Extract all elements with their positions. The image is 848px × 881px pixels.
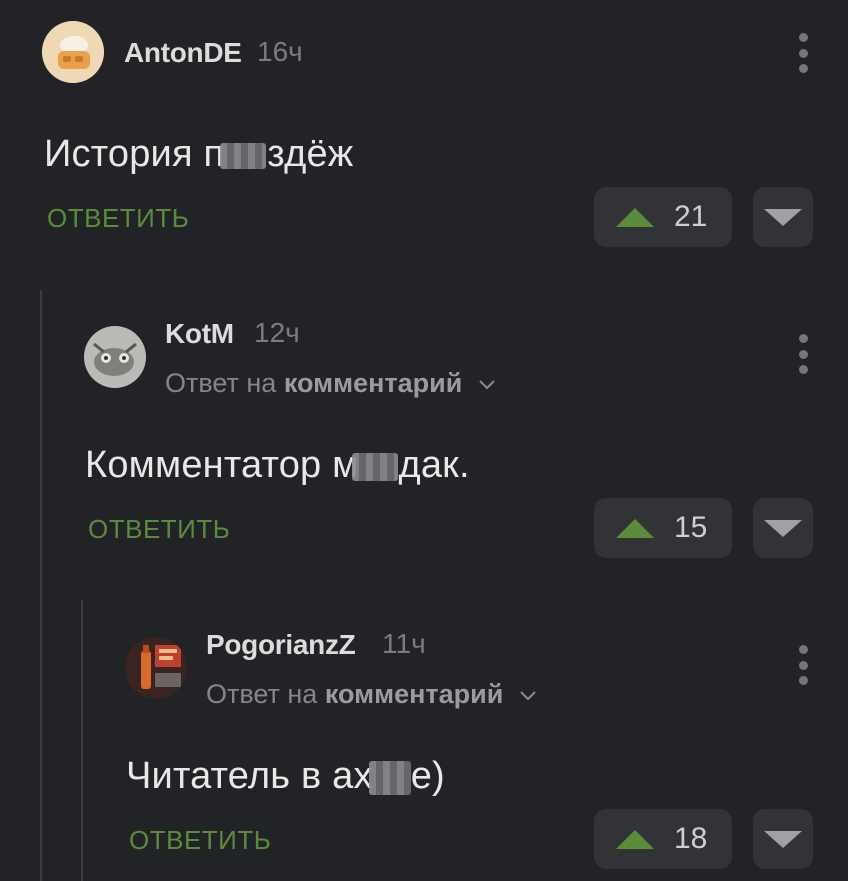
username[interactable]: KotM bbox=[165, 318, 234, 350]
downvote-button[interactable] bbox=[753, 809, 813, 869]
censored-text bbox=[368, 760, 411, 795]
avatar-image bbox=[125, 637, 187, 699]
more-vertical-icon[interactable] bbox=[797, 334, 809, 374]
upvote-button[interactable]: 15 bbox=[594, 498, 732, 558]
upvote-button[interactable]: 21 bbox=[594, 187, 732, 247]
reply-button[interactable]: ОТВЕТИТЬ bbox=[47, 203, 189, 234]
vote-count: 15 bbox=[674, 511, 708, 544]
upvote-button[interactable]: 18 bbox=[594, 809, 732, 869]
chevron-down-icon bbox=[479, 380, 495, 390]
reply-to-link[interactable]: Ответ на комментарий bbox=[206, 679, 537, 710]
downvote-icon bbox=[764, 831, 802, 848]
thread-line-level-2 bbox=[81, 600, 83, 881]
username[interactable]: AntonDE bbox=[124, 37, 242, 69]
downvote-icon bbox=[764, 209, 802, 226]
reply-button[interactable]: ОТВЕТИТЬ bbox=[129, 825, 271, 856]
avatar-image bbox=[42, 21, 104, 83]
vote-count: 21 bbox=[674, 200, 708, 233]
downvote-button[interactable] bbox=[753, 187, 813, 247]
avatar-image bbox=[84, 326, 146, 388]
chevron-down-icon bbox=[520, 691, 536, 701]
upvote-icon bbox=[616, 830, 654, 849]
avatar[interactable] bbox=[42, 21, 104, 83]
timestamp: 12ч bbox=[254, 317, 300, 348]
vote-count: 18 bbox=[674, 822, 708, 855]
reply-button[interactable]: ОТВЕТИТЬ bbox=[88, 514, 230, 545]
avatar[interactable] bbox=[84, 326, 146, 388]
timestamp: 16ч bbox=[257, 36, 303, 67]
censored-text bbox=[352, 452, 399, 481]
comment-text: История п здёж bbox=[44, 133, 354, 175]
censored-text bbox=[220, 142, 267, 169]
reply-to-link[interactable]: Ответ на комментарий bbox=[165, 368, 496, 399]
more-vertical-icon[interactable] bbox=[797, 645, 809, 685]
comment-text: Читатель в ах е) bbox=[126, 755, 445, 797]
username[interactable]: PogorianzZ bbox=[206, 629, 356, 661]
comment-text: Комментатор м дак. bbox=[85, 444, 470, 486]
avatar[interactable] bbox=[125, 637, 187, 699]
more-vertical-icon[interactable] bbox=[797, 33, 809, 73]
upvote-icon bbox=[616, 208, 654, 227]
upvote-icon bbox=[616, 519, 654, 538]
downvote-button[interactable] bbox=[753, 498, 813, 558]
timestamp: 11ч bbox=[382, 628, 426, 659]
downvote-icon bbox=[764, 520, 802, 537]
thread-line-level-1 bbox=[40, 290, 42, 881]
